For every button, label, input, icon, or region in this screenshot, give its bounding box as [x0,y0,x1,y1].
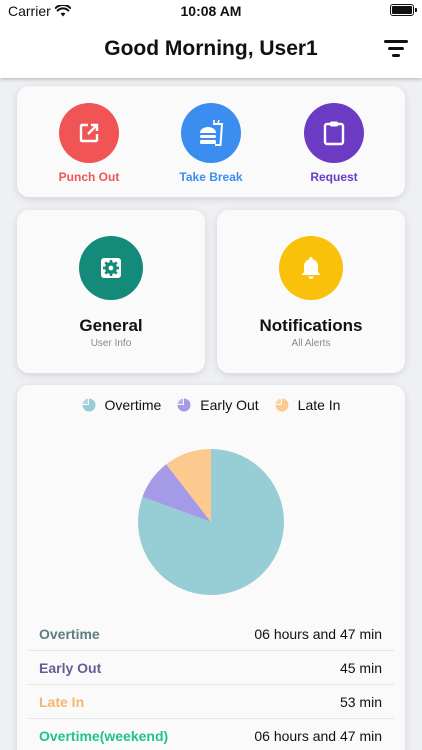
stat-value: 45 min [339,660,382,676]
filter-button[interactable] [384,40,408,60]
stat-label: Early Out [39,660,102,676]
legend-label: Overtime [104,397,162,413]
clipboard-icon [323,121,345,146]
take-break-label: Take Break [179,170,243,184]
nav-bar: Good Morning, User1 [0,22,422,78]
quick-actions-card: Punch Out Take Break Request [17,86,405,197]
battery-icon [390,4,417,16]
settings-icon [101,258,121,278]
external-link-icon [79,123,99,143]
punch-out-icon-circle [59,103,119,163]
legend-label: Early Out [200,397,259,413]
stat-value: 06 hours and 47 min [254,728,382,744]
stat-row-late-in: Late In 53 min [28,685,394,719]
stat-label: Overtime [39,626,100,642]
general-tile[interactable]: General User Info [17,210,205,373]
punch-out-label: Punch Out [58,170,120,184]
stat-row-overtime: Overtime 06 hours and 47 min [28,617,394,651]
notifications-title: Notifications [259,316,363,335]
stat-row-overtime-weekend: Overtime(weekend) 06 hours and 47 min [28,719,394,750]
attendance-chart-card: Overtime Early Out Late In Overtime 06 hou… [17,385,405,750]
bell-icon [301,257,321,279]
stat-label: Overtime(weekend) [39,728,169,744]
pie-legend-icon [82,398,95,412]
request-button[interactable]: Request [279,103,389,184]
legend-item-late-in: Late In [275,397,341,413]
stat-label: Late In [39,694,85,710]
pie-chart [138,449,284,595]
legend-item-overtime: Overtime [82,397,162,413]
request-label: Request [310,170,358,184]
pie-legend-icon [177,398,191,412]
legend-item-early-out: Early Out [177,397,259,413]
notifications-icon-circle [279,236,343,300]
request-icon-circle [304,103,364,163]
pie-legend-icon [275,398,289,412]
take-break-button[interactable]: Take Break [156,103,266,184]
punch-out-button[interactable]: Punch Out [34,103,144,184]
general-subtitle: User Info [90,338,132,349]
take-break-icon-circle [181,103,241,163]
page-title: Good Morning, User1 [104,37,318,60]
notifications-subtitle: All Alerts [291,338,331,349]
general-title: General [79,316,143,335]
fastfood-icon [200,119,224,146]
stat-value: 53 min [339,694,382,710]
chart-legend: Overtime Early Out Late In [17,397,405,413]
general-icon-circle [79,236,143,300]
attendance-stats: Overtime 06 hours and 47 min Early Out 4… [17,617,405,750]
status-bar: Carrier 10:08 AM [0,0,422,22]
filter-icon [384,40,408,43]
stat-row-early-out: Early Out 45 min [28,651,394,685]
stat-value: 06 hours and 47 min [254,626,382,642]
status-time: 10:08 AM [180,3,242,19]
legend-label: Late In [297,397,341,413]
notifications-tile[interactable]: Notifications All Alerts [217,210,405,373]
